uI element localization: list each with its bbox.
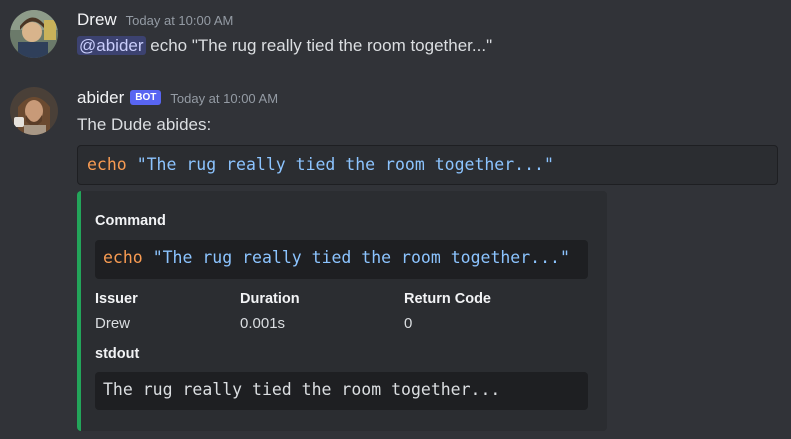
code-string: "The rug really tied the room together..…	[152, 248, 570, 267]
field-return-code-name: Return Code	[404, 291, 491, 307]
timestamp: Today at 10:00 AM	[170, 91, 279, 106]
bot-tag: BOT	[130, 90, 162, 105]
code-keyword: echo	[87, 155, 127, 174]
code-block[interactable]: echo "The rug really tied the room toget…	[77, 145, 778, 185]
field-return-code-value: 0	[404, 315, 413, 332]
avatar-drew[interactable]	[10, 10, 58, 58]
command-code-block[interactable]: echo "The rug really tied the room toget…	[95, 240, 588, 279]
message-text: The Dude abides:	[77, 115, 212, 134]
message-content-drew: @abider echo "The rug really tied the ro…	[77, 36, 492, 56]
command-label: Command	[95, 213, 166, 229]
stdout-code-block[interactable]: The rug really tied the room together...	[95, 372, 588, 410]
avatar-abider[interactable]	[10, 87, 58, 135]
timestamp: Today at 10:00 AM	[125, 13, 234, 28]
username[interactable]: abider	[77, 88, 124, 108]
code-string: "The rug really tied the room together..…	[136, 155, 554, 174]
stdout-label: stdout	[95, 346, 140, 362]
user-mention[interactable]: @abider	[77, 36, 146, 55]
message-header-drew: Drew Today at 10:00 AM	[77, 10, 233, 30]
message-text: echo "The rug really tied the room toget…	[145, 36, 493, 55]
field-issuer-name: Issuer	[95, 291, 138, 307]
code-keyword: echo	[103, 248, 143, 267]
username[interactable]: Drew	[77, 10, 117, 30]
message-header-abider: abider BOT Today at 10:00 AM	[77, 88, 278, 108]
stdout-text: The rug really tied the room together...	[103, 380, 501, 399]
command-embed: Command echo "The rug really tied the ro…	[77, 191, 607, 431]
field-duration-value: 0.001s	[240, 315, 286, 332]
field-issuer-value: Drew	[95, 315, 131, 332]
field-duration-name: Duration	[240, 291, 300, 307]
